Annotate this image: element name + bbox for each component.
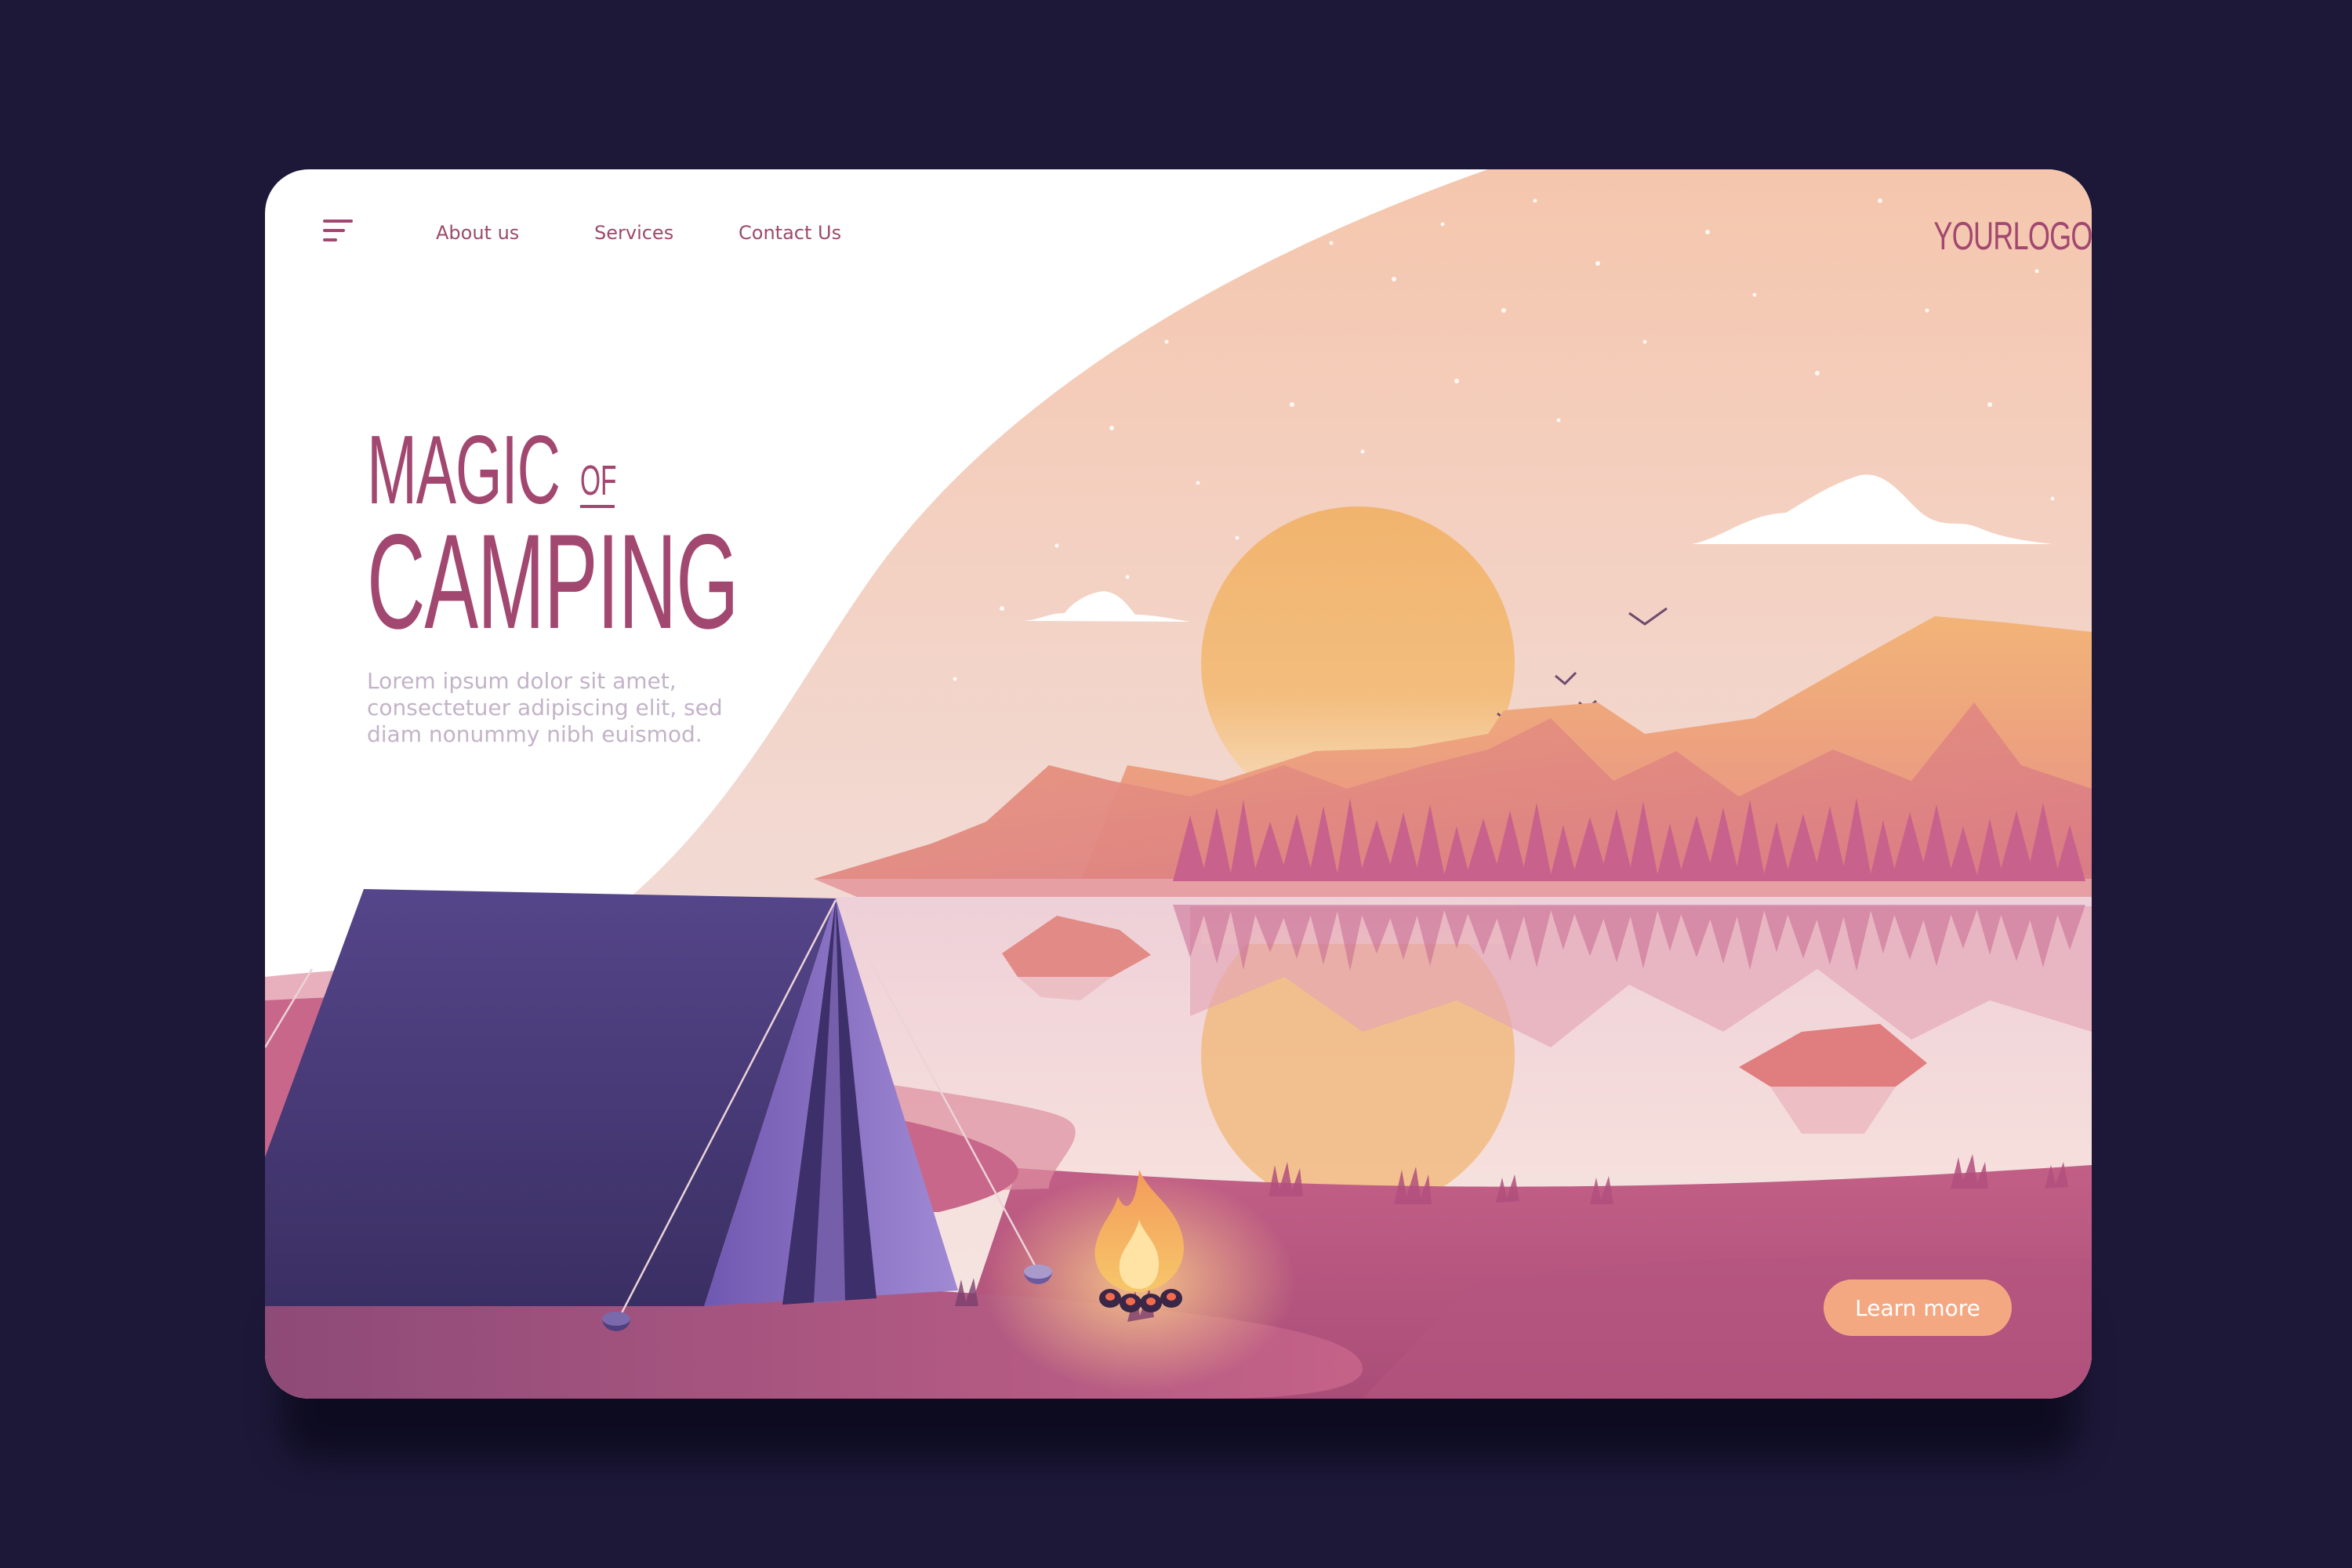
nav-link-services[interactable]: Services (594, 221, 673, 245)
landing-card: About us Services Contact Us YOURLOGO MA… (265, 169, 2092, 1399)
nav-link-about-us[interactable]: About us (436, 221, 519, 245)
brand-logo[interactable]: YOURLOGO (1933, 213, 2092, 259)
hero-title-small: OF (580, 457, 617, 504)
hero-description: Lorem ipsum dolor sit amet, consectetuer… (367, 668, 723, 747)
hero-title-line2: CAMPING (367, 506, 739, 657)
hero-title-line1: MAGIC (367, 416, 561, 524)
learn-more-button[interactable]: Learn more (1824, 1279, 2012, 1336)
camping-illustration (265, 169, 2092, 1399)
top-navigation: About us Services Contact Us YOURLOGO (265, 169, 2092, 295)
hamburger-menu-icon[interactable] (323, 218, 354, 245)
nav-link-contact-us[interactable]: Contact Us (739, 221, 841, 245)
